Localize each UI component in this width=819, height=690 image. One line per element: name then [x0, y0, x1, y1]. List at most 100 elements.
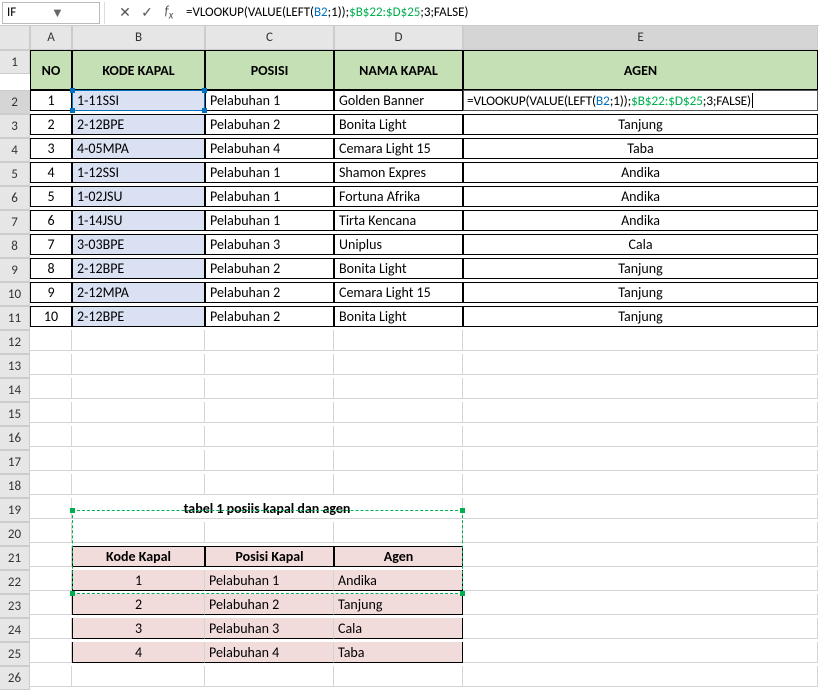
cell-empty[interactable]: [334, 354, 463, 375]
cell-empty[interactable]: [30, 354, 72, 375]
cell-empty[interactable]: [72, 522, 205, 543]
cell-no[interactable]: 10: [30, 306, 72, 327]
cell-empty[interactable]: [72, 450, 205, 471]
cell-kode[interactable]: 1-11SSI: [72, 90, 205, 111]
cell-agen[interactable]: Taba: [463, 138, 818, 159]
accept-formula-button[interactable]: ✓: [136, 2, 158, 24]
cell-empty[interactable]: [30, 522, 72, 543]
cell-empty[interactable]: [205, 354, 334, 375]
cell-nama[interactable]: Bonita Light: [334, 114, 463, 135]
row-header-15[interactable]: 15: [0, 402, 30, 426]
cell-empty[interactable]: [72, 474, 205, 495]
cell-posisi[interactable]: Pelabuhan 2: [205, 114, 334, 135]
cell-kode[interactable]: 2-12BPE: [72, 258, 205, 279]
cell-posisi[interactable]: Pelabuhan 1: [205, 186, 334, 207]
col-header-C[interactable]: C: [205, 26, 334, 50]
cell-empty[interactable]: [72, 426, 205, 447]
cell-empty[interactable]: [30, 426, 72, 447]
cell-empty[interactable]: [334, 474, 463, 495]
cell-empty[interactable]: [334, 522, 463, 543]
cell-empty[interactable]: [30, 378, 72, 399]
cell-no[interactable]: 4: [30, 162, 72, 183]
cell-empty[interactable]: [205, 522, 334, 543]
chevron-down-icon[interactable]: ▼: [51, 5, 95, 21]
cell-posisi[interactable]: Pelabuhan 1: [205, 210, 334, 231]
cell-no[interactable]: 1: [30, 90, 72, 111]
cell-posisi[interactable]: Pelabuhan 1: [205, 162, 334, 183]
cell-empty[interactable]: [205, 378, 334, 399]
cell-no[interactable]: 3: [30, 138, 72, 159]
table2-kode[interactable]: 1: [72, 570, 205, 591]
row-header-4[interactable]: 4: [0, 138, 30, 162]
row-header-19[interactable]: 19: [0, 498, 30, 522]
cell-empty[interactable]: [463, 450, 818, 471]
cell-no[interactable]: 9: [30, 282, 72, 303]
row-header-5[interactable]: 5: [0, 162, 30, 186]
cell-empty[interactable]: [205, 426, 334, 447]
row-header-1[interactable]: 1: [0, 50, 30, 74]
col-header-E[interactable]: E: [463, 26, 818, 50]
col-header-A[interactable]: A: [30, 26, 72, 50]
table2-posisi[interactable]: Pelabuhan 1: [205, 570, 334, 591]
cell-empty[interactable]: [30, 402, 72, 423]
cell-kode[interactable]: 1-12SSI: [72, 162, 205, 183]
table2-kode[interactable]: 4: [72, 642, 205, 663]
fx-button[interactable]: fx: [158, 2, 180, 24]
cell-empty[interactable]: [334, 450, 463, 471]
cell-empty[interactable]: [72, 378, 205, 399]
cell-no[interactable]: 6: [30, 210, 72, 231]
col-header-D[interactable]: D: [334, 26, 463, 50]
cell-kode[interactable]: 1-02JSU: [72, 186, 205, 207]
cell-empty[interactable]: [205, 450, 334, 471]
cell-nama[interactable]: Golden Banner: [334, 90, 463, 111]
cell-kode[interactable]: 1-14JSU: [72, 210, 205, 231]
cell-empty[interactable]: [72, 330, 205, 351]
cell-empty[interactable]: [463, 354, 818, 375]
cell-agen[interactable]: Tanjung: [463, 306, 818, 327]
cell-kode[interactable]: 3-03BPE: [72, 234, 205, 255]
name-box[interactable]: IF ▼: [2, 2, 100, 24]
col-header-B[interactable]: B: [72, 26, 205, 50]
cell-empty[interactable]: [463, 402, 818, 423]
row-header-3[interactable]: 3: [0, 114, 30, 138]
row-header-18[interactable]: 18: [0, 474, 30, 498]
cell-nama[interactable]: Cemara Light 15: [334, 282, 463, 303]
cell-empty[interactable]: [463, 522, 818, 543]
cell-empty[interactable]: [30, 450, 72, 471]
table2-posisi[interactable]: Pelabuhan 3: [205, 618, 334, 639]
cell-no[interactable]: 7: [30, 234, 72, 255]
table2-kode[interactable]: 3: [72, 618, 205, 639]
row-header-12[interactable]: 12: [0, 330, 30, 354]
cell-empty[interactable]: [463, 642, 818, 663]
cell-nama[interactable]: Tirta Kencana: [334, 210, 463, 231]
row-header-17[interactable]: 17: [0, 450, 30, 474]
cell-empty[interactable]: [463, 474, 818, 495]
cell-empty[interactable]: [463, 666, 818, 687]
row-header-24[interactable]: 24: [0, 618, 30, 642]
cell-posisi[interactable]: Pelabuhan 3: [205, 234, 334, 255]
cell-agen[interactable]: Tanjung: [463, 258, 818, 279]
cell-empty[interactable]: [30, 330, 72, 351]
cell-empty[interactable]: [205, 330, 334, 351]
cell-empty[interactable]: [30, 618, 72, 639]
cell-nama[interactable]: Fortuna Afrika: [334, 186, 463, 207]
cell-empty[interactable]: [30, 474, 72, 495]
table2-posisi[interactable]: Pelabuhan 2: [205, 594, 334, 615]
cell-kode[interactable]: 2-12BPE: [72, 114, 205, 135]
cell-agen[interactable]: Cala: [463, 234, 818, 255]
cell-empty[interactable]: [334, 378, 463, 399]
cell-nama[interactable]: Cemara Light 15: [334, 138, 463, 159]
cell-empty[interactable]: [334, 426, 463, 447]
cell-empty[interactable]: [30, 666, 72, 687]
cell-empty[interactable]: [334, 666, 463, 687]
cell-posisi[interactable]: Pelabuhan 2: [205, 306, 334, 327]
cell-nama[interactable]: Bonita Light: [334, 306, 463, 327]
cell-empty[interactable]: [334, 330, 463, 351]
row-header-16[interactable]: 16: [0, 426, 30, 450]
table2-posisi[interactable]: Pelabuhan 4: [205, 642, 334, 663]
row-header-7[interactable]: 7: [0, 210, 30, 234]
cell-empty[interactable]: [30, 498, 72, 519]
row-header-23[interactable]: 23: [0, 594, 30, 618]
cell-empty[interactable]: [30, 546, 72, 567]
cell-nama[interactable]: Bonita Light: [334, 258, 463, 279]
